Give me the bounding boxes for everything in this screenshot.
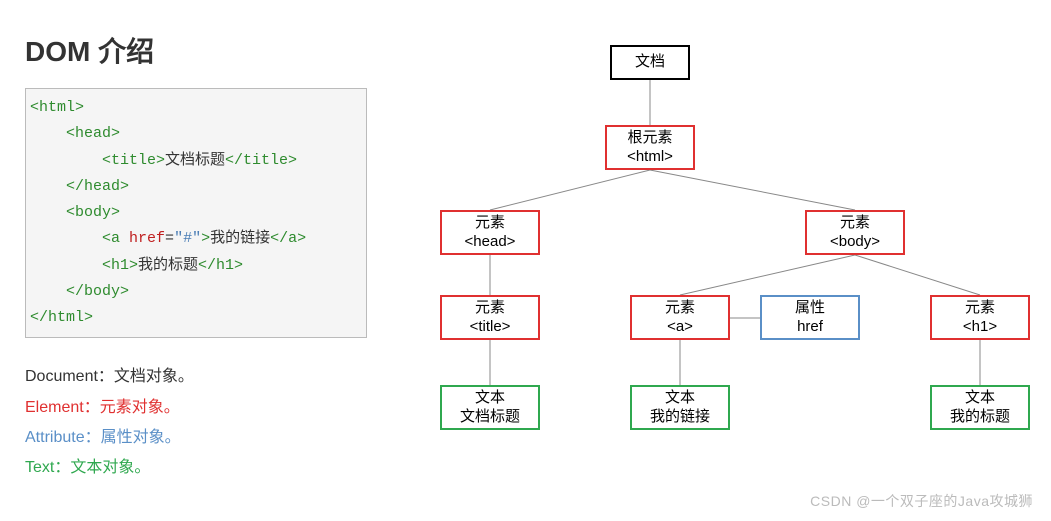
node-sub: 文档标题 [442, 408, 538, 427]
code-token: <head> [66, 125, 120, 142]
code-token: </h1> [198, 257, 243, 274]
node-label: 根元素 [607, 129, 693, 148]
node-sub: <title> [442, 318, 538, 337]
node-sub: <a> [632, 318, 728, 337]
node-html: 根元素 <html> [605, 125, 695, 170]
node-a: 元素 <a> [630, 295, 730, 340]
dom-tree-diagram: 文档 根元素 <html> 元素 <head> 元素 <body> 元素 <ti… [400, 40, 1040, 480]
legend-element: Element：元素对象。 [25, 393, 367, 423]
node-body: 元素 <body> [805, 210, 905, 255]
node-href: 属性 href [760, 295, 860, 340]
legend: Document：文档对象。 Element：元素对象。 Attribute：属… [25, 362, 367, 484]
code-attr-val: "#" [174, 230, 201, 247]
code-eq: = [165, 230, 174, 247]
code-space [120, 230, 129, 247]
node-document: 文档 [610, 45, 690, 80]
code-attr-name: href [129, 230, 165, 247]
code-token: </a> [270, 230, 306, 247]
code-sample: <html> <head> <title>文档标题</title> </head… [25, 88, 367, 338]
watermark: CSDN @一个双子座的Java攻城狮 [810, 491, 1033, 511]
legend-attribute: Attribute：属性对象。 [25, 423, 367, 453]
node-label: 文本 [932, 389, 1028, 408]
code-token: </title> [225, 152, 297, 169]
node-sub: 我的标题 [932, 408, 1028, 427]
code-token: <a [102, 230, 120, 247]
node-label: 元素 [442, 214, 538, 233]
node-label: 元素 [807, 214, 903, 233]
node-label: 属性 [762, 299, 858, 318]
node-label: 文档 [612, 53, 688, 72]
code-text: 我的标题 [138, 257, 198, 274]
code-token: </html> [30, 309, 93, 326]
node-sub: <head> [442, 233, 538, 252]
node-h1: 元素 <h1> [930, 295, 1030, 340]
node-sub: <html> [607, 148, 693, 167]
node-label: 元素 [932, 299, 1028, 318]
legend-text: Text：文本对象。 [25, 453, 367, 483]
code-text: 我的链接 [210, 230, 270, 247]
code-token: </head> [66, 178, 129, 195]
node-sub: 我的链接 [632, 408, 728, 427]
node-sub: <body> [807, 233, 903, 252]
code-token: </body> [66, 283, 129, 300]
node-sub: <h1> [932, 318, 1028, 337]
code-token: <h1> [102, 257, 138, 274]
node-text-h1: 文本 我的标题 [930, 385, 1030, 430]
node-text-title: 文本 文档标题 [440, 385, 540, 430]
node-label: 文本 [442, 389, 538, 408]
code-token: <title> [102, 152, 165, 169]
code-token: <body> [66, 204, 120, 221]
node-label: 元素 [442, 299, 538, 318]
code-token: > [201, 230, 210, 247]
node-label: 文本 [632, 389, 728, 408]
node-title: 元素 <title> [440, 295, 540, 340]
legend-document: Document：文档对象。 [25, 362, 367, 392]
node-head: 元素 <head> [440, 210, 540, 255]
node-label: 元素 [632, 299, 728, 318]
node-sub: href [762, 318, 858, 337]
left-column: <html> <head> <title>文档标题</title> </head… [25, 88, 367, 484]
node-text-a: 文本 我的链接 [630, 385, 730, 430]
code-text: 文档标题 [165, 152, 225, 169]
code-token: <html> [30, 99, 84, 116]
